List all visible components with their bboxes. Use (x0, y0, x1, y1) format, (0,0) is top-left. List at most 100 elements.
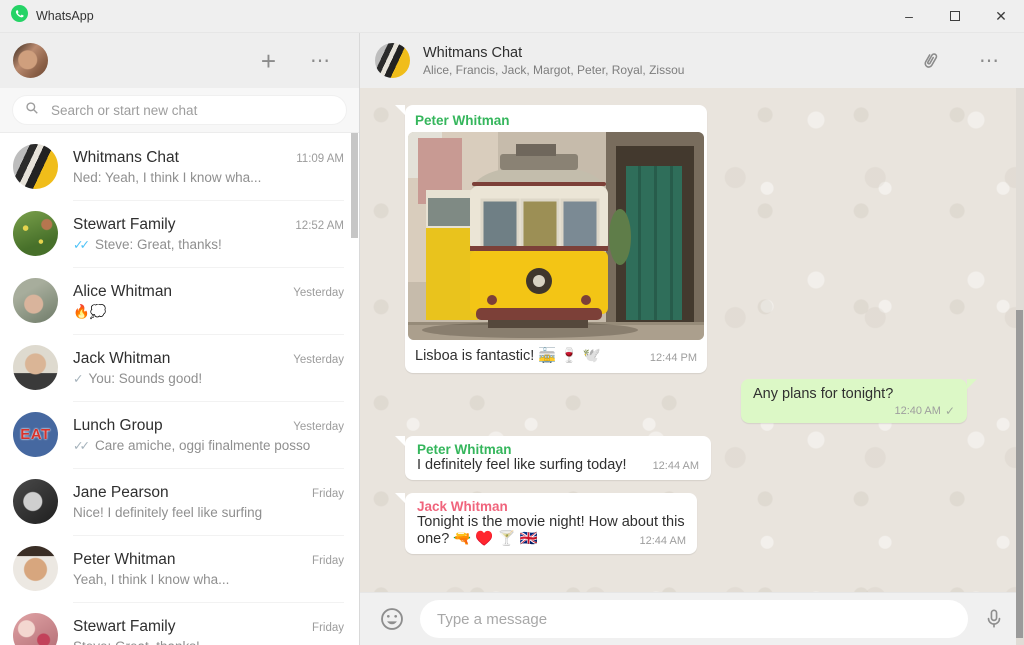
chat-list-item-alice-whitman[interactable]: Alice Whitman Yesterday 🔥💭 (0, 267, 359, 334)
whatsapp-logo-icon (11, 5, 28, 27)
chat-scrollbar[interactable] (1016, 310, 1023, 638)
group-avatar[interactable] (375, 43, 410, 78)
message-input[interactable] (420, 600, 968, 638)
chat-preview: Steve: Great, thanks! (94, 237, 222, 252)
message-time: 12:44 PM (649, 352, 697, 364)
chat-time: Yesterday (293, 421, 344, 433)
chat-list-item-peter-whitman[interactable]: Peter Whitman Friday Yeah, I think I kno… (0, 535, 359, 602)
chat-name: Alice Whitman (73, 282, 173, 300)
maximize-icon (950, 11, 960, 21)
conversation-titles: Whitmans Chat Alice, Francis, Jack, Marg… (423, 45, 684, 77)
window-controls: – ✕ (886, 0, 1024, 32)
chat-preview: Steve: Great, thanks! (73, 639, 200, 645)
chat-time: 12:52 AM (295, 220, 344, 232)
maximize-button[interactable] (932, 0, 978, 32)
chat-time: 11:09 AM (296, 152, 344, 165)
sidebar-header: + ⋯ (0, 33, 359, 88)
chat-preview: Care amiche, oggi finalmente posso (94, 438, 311, 453)
sidebar-menu-button[interactable]: ⋯ (310, 51, 331, 71)
chat-preview: You: Sounds good! (88, 371, 203, 386)
message-incoming-text: Peter Whitman I definitely feel like sur… (394, 436, 712, 480)
app-title: WhatsApp (36, 9, 94, 23)
chat-name: Stewart Family (73, 618, 176, 635)
double-tick-icon: ✓✓ (73, 439, 90, 453)
message-text: Any plans for tonight? (753, 386, 894, 402)
minimize-button[interactable]: – (886, 0, 932, 32)
chat-name: Stewart Family (73, 216, 176, 233)
messages-area: Peter Whitman Lisboa is fantastic! 🚋 🍷 🕊… (360, 88, 1024, 592)
search-icon (25, 101, 39, 120)
chat-avatar (13, 211, 58, 256)
search-box[interactable] (12, 95, 347, 125)
message-sender: Peter Whitman (417, 442, 512, 457)
whatsapp-window: WhatsApp – ✕ + ⋯ Search or start new cha… (0, 0, 1024, 645)
chat-preview: Ned: Yeah, I think I know wha... (73, 169, 262, 185)
title-bar-left: WhatsApp (0, 5, 94, 27)
photo-caption: Lisboa is fantastic! 🚋 🍷 🕊️ (415, 348, 601, 364)
sidebar-scrollbar[interactable] (351, 133, 358, 238)
chat-name: Whitmans Chat (73, 148, 179, 166)
chat-list-item-stewart-family-2[interactable]: Stewart Family Friday Steve: Great, than… (0, 602, 359, 645)
attach-button[interactable] (920, 50, 941, 71)
conversation-actions: ⋯ (920, 50, 1000, 71)
conversation-pane: Whitmans Chat Alice, Francis, Jack, Marg… (360, 33, 1024, 645)
window-title-bar: WhatsApp – ✕ (0, 0, 1024, 33)
chat-time: Friday (312, 555, 344, 567)
close-icon: ✕ (995, 7, 1007, 24)
message-time: 12:40 AM (894, 405, 941, 417)
composer-bar (360, 592, 1024, 645)
chat-avatar (13, 546, 58, 591)
sidebar-actions: + ⋯ (261, 48, 331, 74)
chat-avatar (13, 278, 58, 323)
chat-avatar (13, 479, 58, 524)
double-tick-blue-icon: ✓✓ (73, 238, 90, 252)
message-time: 12:44 AM (652, 460, 700, 472)
chat-time: Yesterday (293, 354, 344, 366)
chat-list-item-stewart-family[interactable]: Stewart Family 12:52 AM ✓✓ Steve: Great,… (0, 200, 359, 267)
profile-avatar[interactable] (13, 43, 48, 78)
photo-caption-row: Lisboa is fantastic! 🚋 🍷 🕊️ 12:44 PM (408, 340, 704, 370)
search-input[interactable] (51, 102, 334, 118)
emoji-button[interactable] (379, 606, 405, 632)
chat-name: Lunch Group (73, 417, 163, 434)
chat-name: Jack Whitman (73, 350, 171, 367)
conversation-members: Alice, Francis, Jack, Margot, Peter, Roy… (423, 62, 685, 77)
minimize-icon: – (905, 8, 913, 24)
chat-list-item-jack-whitman[interactable]: Jack Whitman Yesterday ✓ You: Sounds goo… (0, 334, 359, 401)
conversation-title: Whitmans Chat (423, 44, 523, 61)
chat-name: Peter Whitman (73, 551, 176, 568)
conversation-menu-button[interactable]: ⋯ (979, 51, 1000, 71)
conversation-header: Whitmans Chat Alice, Francis, Jack, Marg… (360, 33, 1024, 88)
chat-avatar (13, 613, 58, 645)
chat-name: Jane Pearson (73, 484, 169, 501)
message-outgoing: Any plans for tonight? 12:40 AM ✓ (741, 379, 977, 423)
close-button[interactable]: ✕ (978, 0, 1024, 32)
message-incoming-text: Jack Whitman Tonight is the movie night!… (395, 493, 697, 554)
message-sender: Jack Whitman (417, 499, 508, 514)
chat-time: Friday (312, 622, 344, 634)
sidebar: + ⋯ Search or start new chat Whitmans Ch… (0, 33, 360, 645)
single-tick-icon: ✓ (73, 372, 84, 386)
sent-tick-icon: ✓ (944, 404, 955, 418)
message-incoming-photo: Peter Whitman Lisboa is fantastic! 🚋 🍷 🕊… (395, 105, 707, 373)
main-layout: + ⋯ Search or start new chat Whitmans Ch… (0, 33, 1024, 645)
chat-avatar (13, 345, 58, 390)
chat-preview: Nice! I definitely feel like surfing (73, 505, 263, 520)
message-sender: Peter Whitman (415, 113, 510, 128)
photo-lisbon-tram[interactable] (408, 132, 704, 340)
chat-list: Whitmans Chat 11:09 AM Ned: Yeah, I thin… (0, 133, 359, 645)
chat-time: Yesterday (293, 286, 344, 299)
mic-button[interactable] (983, 608, 1005, 630)
message-text: I definitely feel like surfing today! (417, 457, 627, 473)
message-time: 12:44 AM (639, 535, 686, 547)
message-meta: 12:40 AM ✓ (753, 404, 955, 418)
avatar-text: EAT (20, 426, 51, 443)
chat-preview: Yeah, I think I know wha... (73, 572, 230, 587)
chat-list-item-lunch-group[interactable]: EAT Lunch Group Yesterday ✓✓ Care amiche… (0, 401, 359, 468)
chat-list-item-jane-pearson[interactable]: Jane Pearson Friday Nice! I definitely f… (0, 468, 359, 535)
chat-list-item-whitmans-chat[interactable]: Whitmans Chat 11:09 AM Ned: Yeah, I thin… (0, 133, 359, 200)
chat-preview: 🔥💭 (73, 303, 107, 319)
chat-avatar: EAT (13, 412, 58, 457)
new-chat-button[interactable]: + (261, 48, 276, 74)
chat-time: Friday (312, 488, 344, 500)
